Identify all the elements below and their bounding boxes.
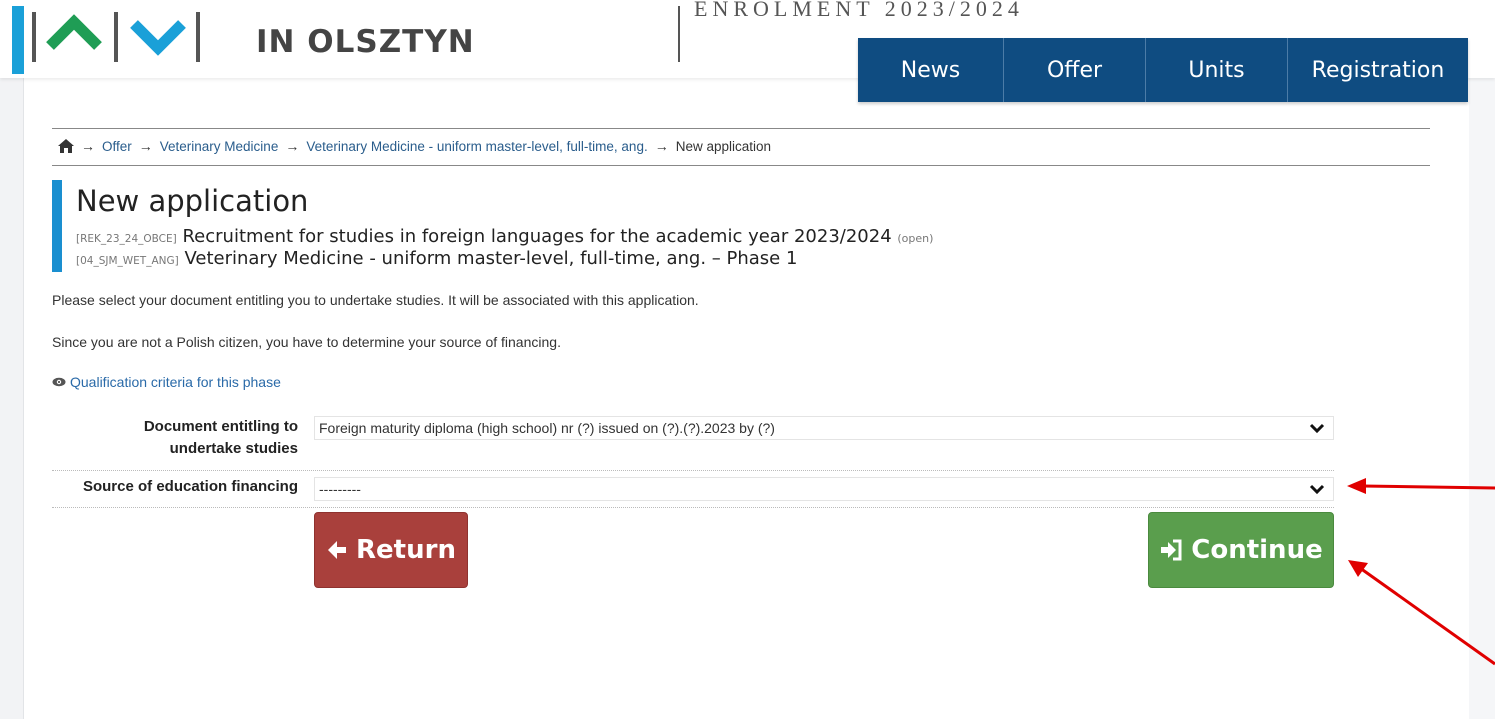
main-nav: News Offer Units Registration [858,38,1468,102]
recruitment-name: Recruitment for studies in foreign langu… [182,226,892,247]
breadcrumb-item-current: New application [675,138,772,154]
breadcrumb-bottom-rule [52,165,1430,166]
qualification-criteria-link[interactable]: Qualification criteria for this phase [52,374,281,390]
return-button[interactable]: Return [314,512,468,588]
form-row-separator [52,470,1334,471]
eye-icon [52,377,66,387]
nav-item-registration[interactable]: Registration [1288,38,1468,102]
chevron-down-icon [1309,423,1325,434]
university-logo[interactable] [28,4,208,68]
financing-select-value: --------- [319,481,361,497]
instruction-financing: Since you are not a Polish citizen, you … [52,334,561,350]
site-header: IN OLSZTYN ENROLMENT 2023/2024 News Offe… [0,0,1495,102]
chevron-down-icon [1309,484,1325,495]
header-divider [678,6,680,62]
document-label-line-1: Document entitling to [143,418,298,435]
recruitment-code: [REK_23_24_OBCE] [76,233,177,245]
page-title: New application [76,184,309,218]
instruction-document: Please select your document entitling yo… [52,292,699,308]
nav-item-offer[interactable]: Offer [1004,38,1146,102]
arrow-left-icon [328,541,347,559]
nav-item-news[interactable]: News [858,38,1004,102]
annotation-arrows [1347,478,1495,666]
breadcrumb-arrow-icon: → [81,138,95,154]
document-label-line-2: undertake studies [169,440,298,457]
sign-in-icon [1161,539,1182,561]
breadcrumb-arrow-icon: → [654,138,669,154]
recruitment-line: [REK_23_24_OBCE] Recruitment for studies… [76,226,933,247]
continue-button[interactable]: Continue [1148,512,1334,588]
breadcrumb: → Offer → Veterinary Medicine → Veterina… [58,138,771,154]
logo-accent-bar [12,6,24,74]
enrolment-label: ENROLMENT 2023/2024 [694,0,1024,21]
breadcrumb-arrow-icon: → [138,138,153,154]
continue-button-label: Continue [1191,535,1323,565]
breadcrumb-item-veterinary-medicine[interactable]: Veterinary Medicine [160,139,279,154]
financing-field-label: Source of education financing [82,478,298,495]
title-accent-bar [52,180,62,272]
left-page-gutter [0,0,24,719]
document-select-value: Foreign maturity diploma (high school) n… [319,420,775,436]
financing-select[interactable]: --------- [314,477,1334,501]
return-button-label: Return [356,535,456,565]
form-row-separator [52,507,1334,508]
qualification-criteria-label: Qualification criteria for this phase [70,374,281,390]
breadcrumb-arrow-icon: → [285,138,300,154]
nav-item-units[interactable]: Units [1146,38,1288,102]
recruitment-status: (open) [897,232,934,245]
right-page-gutter [1469,0,1495,719]
home-icon[interactable] [58,139,74,153]
document-field-label: Document entitling to undertake studies [92,416,298,460]
breadcrumb-top-rule [52,128,1430,129]
breadcrumb-item-program[interactable]: Veterinary Medicine - uniform master-lev… [306,139,647,154]
program-code: [04_SJM_WET_ANG] [76,255,179,267]
breadcrumb-item-offer[interactable]: Offer [102,139,132,154]
document-select[interactable]: Foreign maturity diploma (high school) n… [314,416,1334,440]
program-line: [04_SJM_WET_ANG] Veterinary Medicine - u… [76,248,797,269]
university-name: IN OLSZTYN [256,24,475,60]
program-name: Veterinary Medicine - uniform master-lev… [184,248,798,269]
